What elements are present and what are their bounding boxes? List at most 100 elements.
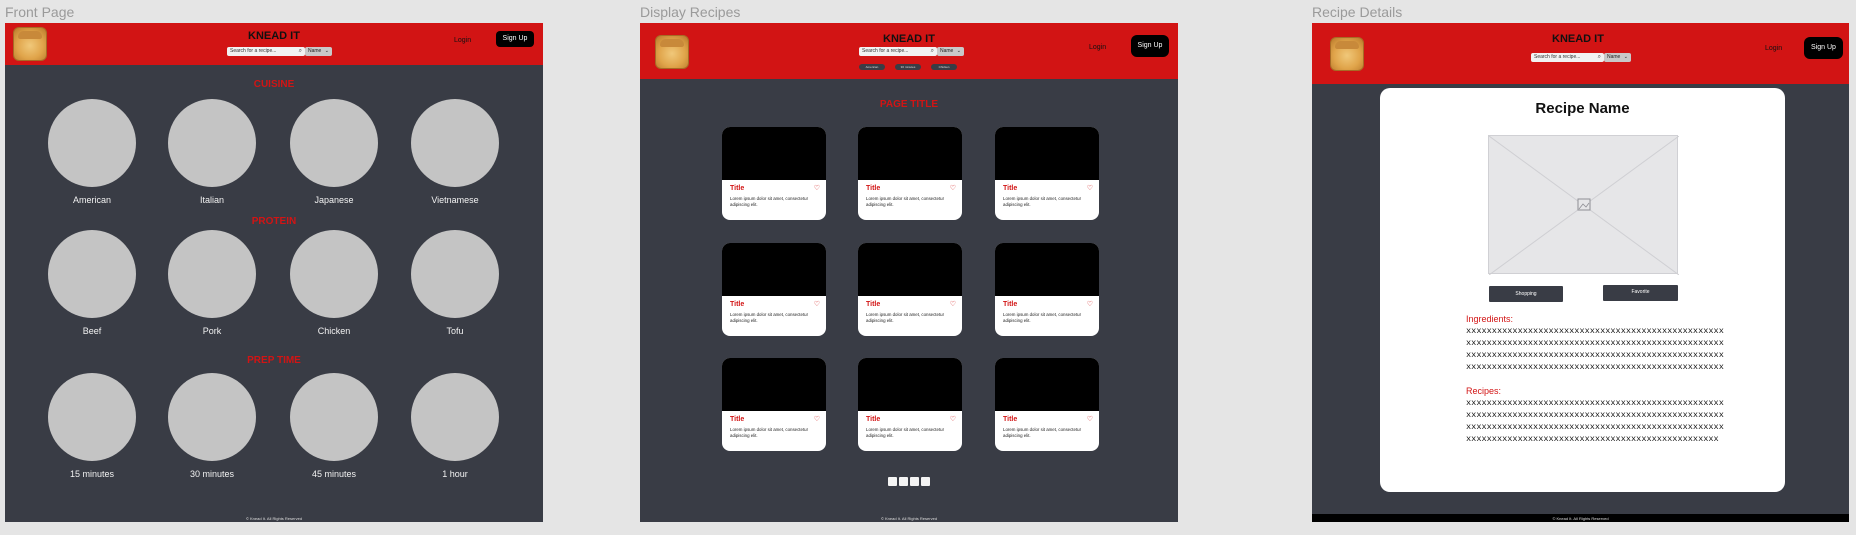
recipe-image [995, 243, 1099, 296]
filter-value: Name [308, 48, 322, 54]
filter-value: Name [1607, 54, 1621, 60]
cuisine-japanese-circle[interactable] [290, 99, 378, 187]
prep-60-circle[interactable] [411, 373, 499, 461]
heart-icon[interactable]: ♡ [814, 415, 820, 423]
cuisine-vietnamese-circle[interactable] [411, 99, 499, 187]
heart-icon[interactable]: ♡ [950, 184, 956, 192]
heart-icon[interactable]: ♡ [950, 415, 956, 423]
frame-label-details: Recipe Details [1312, 4, 1403, 20]
filter-value: Name [940, 48, 954, 54]
brand-title: KNEAD IT [248, 30, 300, 42]
recipe-card-title: Title [730, 301, 745, 308]
chevron-down-icon: ⌄ [956, 48, 961, 54]
prep-15-circle[interactable] [48, 373, 136, 461]
pagination-page-1[interactable] [888, 477, 897, 486]
brand-title: KNEAD IT [1552, 33, 1604, 45]
shopping-button[interactable]: Shopping [1489, 286, 1563, 302]
recipe-card[interactable]: Title ♡ Lorem ipsum dolor sit amet, cons… [722, 127, 826, 220]
recipe-card-description: Lorem ipsum dolor sit amet, consectetur … [730, 196, 809, 207]
frame-label-display: Display Recipes [640, 4, 741, 20]
circle-label: Japanese [314, 195, 354, 205]
recipe-image [858, 243, 962, 296]
sign-up-button[interactable]: Sign Up [1131, 35, 1169, 57]
heart-icon[interactable]: ♡ [950, 300, 956, 308]
pagination-page-4[interactable] [921, 477, 930, 486]
recipe-card-title: Title [1003, 301, 1018, 308]
section-title-prep-time: PREP TIME [247, 355, 301, 366]
protein-beef-circle[interactable] [48, 230, 136, 318]
heart-icon[interactable]: ♡ [1087, 415, 1093, 423]
search-filter-select[interactable]: Name ⌄ [937, 47, 964, 56]
login-link[interactable]: Login [1089, 44, 1106, 51]
logo[interactable] [655, 35, 689, 69]
cuisine-american-circle[interactable] [48, 99, 136, 187]
brand-title: KNEAD IT [883, 33, 935, 45]
active-filter-chip[interactable]: American [859, 64, 885, 70]
login-link[interactable]: Login [454, 37, 471, 44]
favorite-button[interactable]: Favorite [1603, 285, 1678, 301]
search-input[interactable]: Search for a recipe... ⌕ [859, 47, 937, 56]
search-input[interactable]: Search for a recipe... ⌕ [1531, 53, 1604, 62]
recipe-name: Recipe Name [1535, 100, 1630, 117]
footer-copyright: © Knead It. All Rights Reserved [1552, 516, 1609, 521]
heart-icon[interactable]: ♡ [814, 300, 820, 308]
login-link[interactable]: Login [1765, 45, 1782, 52]
recipe-card[interactable]: Title ♡ Lorem ipsum dolor sit amet, cons… [995, 243, 1099, 336]
front-page-frame: KNEAD IT Search for a recipe... ⌕ Name ⌄… [5, 23, 543, 522]
logo[interactable] [1330, 37, 1364, 71]
recipe-detail-card: Recipe Name Shopping Favorite Ingredient… [1380, 88, 1785, 492]
recipe-card-description: Lorem ipsum dolor sit amet, consectetur … [1003, 427, 1082, 438]
recipe-card[interactable]: Title ♡ Lorem ipsum dolor sit amet, cons… [995, 358, 1099, 451]
recipe-card[interactable]: Title ♡ Lorem ipsum dolor sit amet, cons… [858, 243, 962, 336]
pagination-page-3[interactable] [910, 477, 919, 486]
recipe-card-description: Lorem ipsum dolor sit amet, consectetur … [866, 312, 945, 323]
protein-chicken-circle[interactable] [290, 230, 378, 318]
pagination-page-2[interactable] [899, 477, 908, 486]
search-filter-select[interactable]: Name ⌄ [1604, 53, 1631, 62]
recipe-card-title: Title [866, 301, 881, 308]
magnifier-icon[interactable]: ⌕ [1598, 53, 1601, 62]
recipe-card[interactable]: Title ♡ Lorem ipsum dolor sit amet, cons… [858, 358, 962, 451]
protein-tofu-circle[interactable] [411, 230, 499, 318]
circle-label: American [72, 195, 111, 205]
recipe-card[interactable]: Title ♡ Lorem ipsum dolor sit amet, cons… [722, 358, 826, 451]
cuisine-italian-circle[interactable] [168, 99, 256, 187]
ingredients-heading: Ingredients: [1466, 314, 1514, 324]
prep-30-circle[interactable] [168, 373, 256, 461]
footer-copyright: © Knead It. All Rights Reserved [245, 516, 303, 521]
recipe-image [722, 358, 826, 411]
active-filter-chip[interactable]: Chicken [931, 64, 957, 70]
circle-label: Chicken [317, 326, 351, 336]
recipe-image [722, 243, 826, 296]
sign-up-button[interactable]: Sign Up [1804, 37, 1843, 59]
search-input[interactable]: Search for a recipe... ⌕ [227, 47, 305, 56]
recipe-card[interactable]: Title ♡ Lorem ipsum dolor sit amet, cons… [722, 243, 826, 336]
recipe-card-description: Lorem ipsum dolor sit amet, consectetur … [866, 196, 945, 207]
circle-label: 30 minutes [189, 469, 235, 479]
recipe-card-title: Title [730, 416, 745, 423]
recipe-card[interactable]: Title ♡ Lorem ipsum dolor sit amet, cons… [858, 127, 962, 220]
circle-label: 1 hour [442, 469, 468, 479]
magnifier-icon[interactable]: ⌕ [299, 47, 302, 56]
logo[interactable] [13, 27, 47, 61]
heart-icon[interactable]: ♡ [1087, 300, 1093, 308]
circle-label: 15 minutes [69, 469, 115, 479]
heart-icon[interactable]: ♡ [814, 184, 820, 192]
circle-label: Italian [199, 195, 225, 205]
recipe-card-description: Lorem ipsum dolor sit amet, consectetur … [730, 312, 809, 323]
recipe-image-placeholder [1488, 135, 1679, 275]
frame-label-front: Front Page [5, 4, 75, 20]
chevron-down-icon: ⌄ [324, 48, 329, 54]
prep-45-circle[interactable] [290, 373, 378, 461]
active-filter-chip[interactable]: 30 minutes [895, 64, 921, 70]
protein-pork-circle[interactable] [168, 230, 256, 318]
heart-icon[interactable]: ♡ [1087, 184, 1093, 192]
display-recipes-frame: KNEAD IT Search for a recipe... ⌕ Name ⌄… [640, 23, 1178, 522]
footer-copyright: © Knead It. All Rights Reserved [880, 516, 938, 521]
ingredients-text: xxxxxxxxxxxxxxxxxxxxxxxxxxxxxxxxxxxxxxxx… [1466, 326, 1724, 372]
sign-up-button[interactable]: Sign Up [496, 31, 534, 47]
search-filter-select[interactable]: Name ⌄ [305, 47, 332, 56]
chevron-down-icon: ⌄ [1623, 54, 1628, 60]
recipe-card[interactable]: Title ♡ Lorem ipsum dolor sit amet, cons… [995, 127, 1099, 220]
magnifier-icon[interactable]: ⌕ [931, 47, 934, 56]
